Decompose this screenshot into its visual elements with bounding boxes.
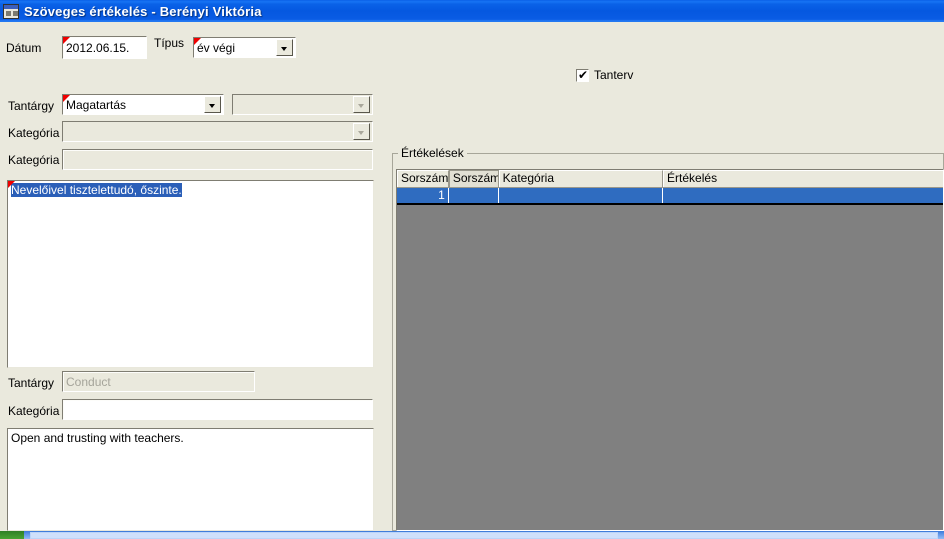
curriculum-checkbox[interactable]: ✔ (576, 67, 589, 82)
grid-cell-sorszam-2 (449, 188, 499, 203)
grid-column-header-sorszam-2[interactable]: Sorszám (448, 170, 499, 187)
translation-subject-value: Conduct (66, 375, 111, 388)
chevron-down-icon (353, 96, 370, 113)
curriculum-checkbox-row[interactable]: ✔ Tanterv (576, 68, 633, 82)
date-label: Dátum (6, 41, 42, 55)
type-value: év végi (197, 40, 236, 55)
grid-header-row: Sorszám Sorszám Kategória Értékelés (397, 170, 943, 188)
check-icon: ✔ (578, 67, 589, 82)
grid-cell-kategoria (499, 188, 664, 203)
date-input[interactable]: 2012.06.15. (62, 36, 147, 59)
required-marker-icon (63, 37, 70, 44)
application-window: Szöveges értékelés - Berényi Viktória Dá… (0, 0, 944, 531)
grid-column-header-kategoria[interactable]: Kategória (498, 170, 664, 187)
chevron-down-icon (353, 123, 370, 140)
subject-combobox[interactable]: Magatartás (62, 94, 224, 115)
grid-cell-sorszam-1: 1 (397, 188, 449, 203)
subject-secondary-combobox (232, 94, 373, 115)
translation-subject-label: Tantárgy (8, 376, 55, 390)
evaluations-grid[interactable]: Sorszám Sorszám Kategória Értékelés 1 (396, 169, 944, 531)
subject-value: Magatartás (66, 97, 127, 112)
type-combobox[interactable]: év végi (193, 37, 296, 58)
table-row[interactable]: 1 (397, 188, 943, 205)
category-label-2: Kategória (8, 153, 60, 167)
chevron-down-icon[interactable] (204, 96, 221, 113)
grid-column-header-ertekeles[interactable]: Értékelés (663, 170, 943, 187)
translation-category-label: Kategória (8, 404, 60, 418)
window-title: Szöveges értékelés - Berényi Viktória (24, 3, 262, 19)
evaluation-textarea[interactable]: Nevelőivel tisztelettudó, őszinte. (7, 180, 374, 368)
required-marker-icon (63, 95, 70, 102)
type-label: Típus (154, 36, 185, 50)
start-button[interactable] (0, 531, 24, 539)
translation-text-content: Open and trusting with teachers. (11, 431, 184, 445)
translation-subject-input: Conduct (62, 371, 255, 392)
taskbar-window-button[interactable] (30, 532, 938, 539)
category-label-1: Kategória (8, 126, 60, 140)
chevron-down-icon[interactable] (276, 39, 293, 56)
windows-taskbar[interactable] (0, 531, 944, 539)
title-bar: Szöveges értékelés - Berényi Viktória (0, 0, 944, 22)
evaluations-groupbox-caption: Értékelések (398, 146, 467, 160)
evaluation-text-selected: Nevelőivel tisztelettudó, őszinte. (11, 183, 182, 197)
curriculum-checkbox-label: Tanterv (594, 68, 634, 82)
required-marker-icon (8, 181, 15, 188)
required-marker-icon (194, 38, 201, 45)
date-value: 2012.06.15. (66, 41, 130, 54)
category-input-2 (62, 149, 373, 170)
form-window-icon (3, 3, 19, 19)
grid-empty-area (397, 205, 943, 530)
grid-column-header-sorszam-1[interactable]: Sorszám (397, 170, 449, 187)
translation-category-input[interactable] (62, 399, 373, 420)
grid-cell-ertekeles (663, 188, 943, 203)
category-combobox (62, 121, 373, 142)
subject-label: Tantárgy (8, 99, 55, 113)
translation-textarea[interactable]: Open and trusting with teachers. (7, 428, 374, 531)
evaluation-text-content: Nevelőivel tisztelettudó, őszinte. (8, 181, 373, 199)
